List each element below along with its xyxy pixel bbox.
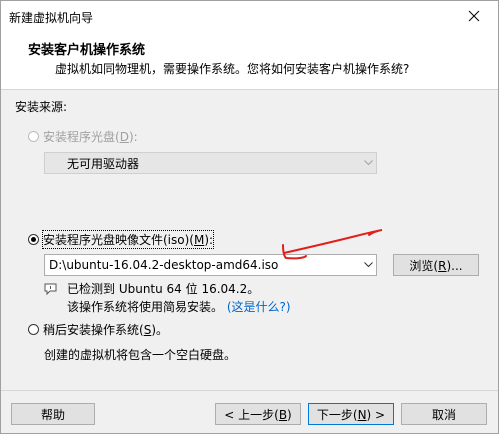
easy-install-text: 该操作系统将使用简易安装。 (这是什么?) [67,300,291,314]
detected-os-text: 已检测到 Ubuntu 64 位 16.04.2。 [67,282,260,296]
radio-circle [28,324,39,335]
help-button[interactable]: 帮助 [11,403,95,425]
window-title: 新建虚拟机向导 [9,11,94,25]
wizard-header: 安装客户机操作系统 虚拟机如同物理机，需要操作系统。您将如何安装客户机操作系统? [1,31,498,90]
browse-button-label: 浏览(R)... [409,258,463,273]
help-button-label: 帮助 [40,407,65,422]
red-scribble-annotation [282,229,383,260]
install-source-label: 安装来源: [15,100,68,114]
radio-circle [28,234,39,245]
radio-install-disc[interactable]: 安装程序光盘(D): [28,128,138,145]
cancel-button-label: 取消 [431,407,456,422]
page-subtitle: 虚拟机如同物理机，需要操作系统。您将如何安装客户机操作系统? [55,62,410,76]
chevron-down-icon [360,160,376,166]
title-bar: 新建虚拟机向导 [1,1,498,31]
speech-bubble-icon [44,283,57,295]
cancel-button[interactable]: 取消 [401,403,487,425]
close-icon [468,10,480,22]
next-button-label: 下一步(N) > [316,407,386,422]
back-button[interactable]: < 上一步(B) [215,403,301,425]
footer-divider [1,390,498,391]
radio-install-later-label: 稍后安装操作系统(S)。 [43,323,168,337]
disc-drive-select[interactable]: 无可用驱动器 [44,152,377,174]
radio-circle [28,131,39,142]
radio-install-later[interactable]: 稍后安装操作系统(S)。 [28,321,168,338]
radio-install-disc-label: 安装程序光盘(D): [43,130,138,144]
install-later-description: 创建的虚拟机将包含一个空白硬盘。 [44,348,237,362]
detection-info: 已检测到 Ubuntu 64 位 16.04.2。 该操作系统将使用简易安装。 … [67,280,291,316]
back-button-label: < 上一步(B) [224,407,292,422]
browse-button[interactable]: 浏览(R)... [393,254,479,276]
wizard-window: 新建虚拟机向导 安装客户机操作系统 虚拟机如同物理机，需要操作系统。您将如何安装… [0,0,499,434]
whats-this-link[interactable]: (这是什么?) [227,300,291,314]
next-button[interactable]: 下一步(N) > [308,403,394,425]
radio-install-iso-label: 安装程序光盘映像文件(iso)(M): [41,230,215,249]
close-button[interactable] [454,1,494,31]
disc-drive-value: 无可用驱动器 [67,156,140,171]
page-title: 安装客户机操作系统 [28,43,146,58]
radio-install-iso[interactable]: 安装程序光盘映像文件(iso)(M): [28,230,215,249]
